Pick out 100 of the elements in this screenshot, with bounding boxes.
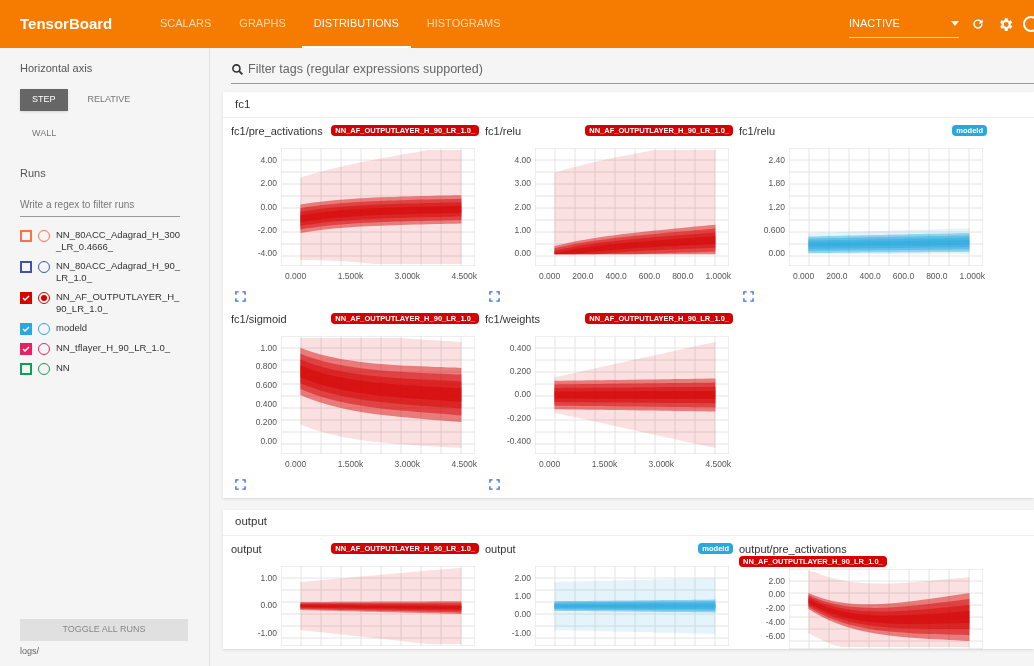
run-checkbox[interactable] [20, 343, 32, 355]
run-name: NN_80ACC_Adagrad_H_90_LR_1.0_ [56, 260, 181, 284]
chart-title: output [231, 542, 262, 556]
x-tick-label: 1.500k [337, 457, 364, 471]
toggle-all-runs-button[interactable]: TOGGLE ALL RUNS [20, 618, 188, 641]
x-tick-label: 3.000k [648, 457, 675, 471]
run-checkbox[interactable] [20, 292, 32, 304]
chart-title: fc1/relu [739, 125, 776, 138]
log-directory-text: logs/ [20, 644, 40, 658]
section-header[interactable]: output [223, 509, 1034, 536]
y-tick-label: 0.00 [514, 608, 531, 622]
y-tick-label: 2.00 [260, 177, 277, 191]
y-tick-label: 0.00 [514, 247, 531, 260]
y-tick-label: 1.00 [260, 341, 277, 355]
y-tick-label: 0.600 [763, 223, 785, 237]
chart-title: fc1/weights [485, 312, 541, 326]
chart-title: fc1/pre_activations [231, 125, 323, 138]
y-tick-label: 4.00 [260, 154, 277, 167]
x-tick-label: 800.0 [672, 270, 694, 283]
x-tick-label: 3.000k [394, 457, 421, 471]
x-tick-label: 0.000 [539, 270, 561, 283]
x-tick-label: 0.000 [285, 270, 307, 283]
y-tick-label: 0.00 [768, 588, 785, 602]
expand-icon[interactable] [743, 290, 754, 302]
refresh-icon[interactable] [971, 17, 985, 31]
y-tick-label: 0.400 [255, 397, 277, 411]
y-tick-label: 0.00 [768, 247, 785, 260]
y-tick-label: 1.20 [768, 200, 785, 214]
x-tick-label: 800.0 [926, 270, 948, 283]
chart-title: fc1/relu [485, 125, 522, 138]
y-tick-label: 1.00 [514, 223, 531, 237]
chart-title: output/pre_activations [739, 542, 847, 556]
x-tick-label: 1.500k [591, 457, 618, 471]
x-tick-label: 1.500k [337, 270, 364, 283]
status-dropdown[interactable]: INACTIVE [849, 10, 959, 38]
dropdown-caret-icon [951, 21, 959, 26]
expand-icon[interactable] [235, 478, 246, 490]
x-tick-label: 200.0 [572, 270, 594, 283]
y-tick-label: 0.600 [255, 379, 277, 392]
y-tick-label: 0.00 [260, 599, 277, 612]
y-tick-label: 1.80 [768, 177, 785, 191]
x-tick-label: 4.500k [705, 457, 731, 471]
axis-option-button[interactable]: STEP [20, 88, 68, 111]
y-tick-label: 2.00 [514, 200, 531, 214]
y-tick-label: 0.200 [255, 416, 277, 430]
y-tick-label: -4.00 [765, 615, 785, 629]
y-tick-label: 2.00 [768, 574, 785, 588]
y-tick-label: 0.00 [260, 434, 277, 448]
x-tick-label: 600.0 [638, 270, 661, 283]
y-tick-label: 0.00 [260, 200, 277, 214]
run-checkbox[interactable] [20, 363, 32, 375]
run-checkbox[interactable] [20, 261, 32, 273]
axis-option-button[interactable]: WALL [20, 122, 69, 145]
run-name: NN_AF_OUTPUTLAYER_H_90_LR_1.0_ [56, 291, 181, 315]
runs-label: Runs [20, 165, 47, 181]
x-tick-label: 1.000k [705, 270, 731, 283]
expand-icon[interactable] [489, 290, 500, 302]
y-tick-label: 4.00 [514, 154, 531, 167]
y-tick-label: 2.40 [768, 154, 785, 167]
x-tick-label: 200.0 [826, 270, 848, 283]
axis-option-button[interactable]: RELATIVE [75, 88, 143, 111]
y-tick-label: -2.00 [257, 223, 277, 237]
x-tick-label: 4.500k [451, 270, 477, 283]
horizontal-axis-label: Horizontal axis [20, 61, 94, 76]
y-tick-label: -0.200 [506, 411, 531, 425]
chart-title: output [485, 542, 516, 556]
x-tick-label: 4.500k [451, 457, 477, 471]
x-tick-label: 1.000k [959, 270, 985, 283]
x-tick-label: 600.0 [892, 270, 915, 283]
y-tick-label: 0.800 [255, 360, 277, 374]
app-title: TensorBoard [20, 13, 114, 34]
y-tick-label: 0.200 [509, 365, 531, 378]
y-tick-label: -2.00 [765, 602, 785, 615]
run-name: NN [56, 362, 71, 374]
x-tick-label: 0.000 [539, 457, 561, 471]
search-icon [231, 63, 244, 76]
y-tick-label: -1.00 [511, 626, 531, 640]
y-tick-label: 0.400 [509, 341, 531, 355]
run-checkbox[interactable] [20, 323, 32, 335]
y-tick-label: -4.00 [257, 247, 277, 260]
settings-icon[interactable] [997, 15, 1014, 33]
runs-filter-field[interactable]: Write a regex to filter runs [20, 193, 180, 217]
x-tick-label: 400.0 [605, 270, 627, 283]
run-name: NN_80ACC_Adagrad_H_300_LR_0.4666_ [56, 229, 181, 253]
expand-icon[interactable] [489, 478, 500, 490]
run-checkbox[interactable] [20, 230, 32, 242]
expand-icon[interactable] [235, 290, 246, 302]
y-tick-label: -0.400 [506, 435, 531, 448]
y-tick-label: 0.00 [514, 388, 531, 402]
tag-filter-field[interactable]: Filter tags (regular expressions supported) [231, 56, 1034, 84]
run-name: NN_tflayer_H_90_LR_1.0_ [56, 342, 172, 354]
section-header[interactable]: fc1 [223, 92, 1034, 118]
y-tick-label: 1.00 [514, 589, 531, 603]
chart-title: fc1/sigmoid [231, 312, 287, 326]
x-tick-label: 400.0 [859, 270, 881, 283]
y-tick-label: 3.00 [514, 177, 531, 191]
y-tick-label: 1.00 [260, 571, 277, 585]
y-tick-label: -6.00 [765, 629, 785, 643]
y-tick-label: 2.00 [514, 571, 531, 585]
run-name: modeld [56, 322, 89, 334]
